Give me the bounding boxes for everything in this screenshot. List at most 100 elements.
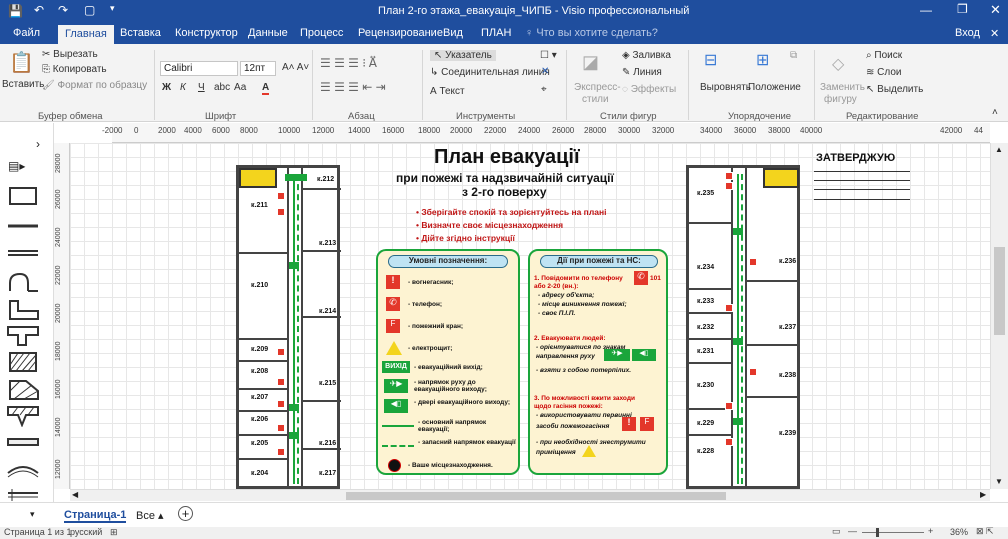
tab-file[interactable]: Файл — [13, 27, 40, 39]
tab-data[interactable]: Данные — [248, 27, 288, 39]
tab-review[interactable]: Рецензирование — [358, 27, 443, 39]
page-nav-icon[interactable]: ▾ — [30, 509, 35, 520]
zoom-out-icon[interactable]: — — [848, 526, 857, 536]
bold-button[interactable]: Ж — [162, 82, 171, 93]
vertical-scrollbar[interactable]: ▲ ▼ — [990, 143, 1008, 489]
ruler-tick: 34000 — [700, 126, 723, 135]
minimize-icon[interactable]: — — [920, 3, 932, 17]
position-icon[interactable]: ⊞ — [756, 50, 769, 70]
scroll-up-icon[interactable]: ▲ — [995, 145, 1003, 154]
font-color-button[interactable]: А — [262, 82, 270, 95]
sign-in-link[interactable]: Вход — [955, 27, 980, 39]
layers-button[interactable]: ≋ Слои — [866, 67, 902, 78]
scroll-down-icon[interactable]: ▼ — [995, 477, 1003, 486]
fill-button[interactable]: ◈ Заливка — [622, 50, 671, 61]
paste-button[interactable]: Вставить — [2, 79, 44, 90]
add-page-button[interactable]: + — [178, 506, 193, 521]
tab-insert[interactable]: Вставка — [120, 27, 161, 39]
page-tab-1[interactable]: Страница-1 — [64, 509, 127, 523]
express-styles-button[interactable]: Экспресс- — [574, 82, 621, 93]
all-pages-button[interactable]: Все ▴ — [136, 509, 164, 522]
ruler-tick: 38000 — [768, 126, 791, 135]
double-wall-shape[interactable] — [6, 241, 40, 263]
scroll-left-icon[interactable]: ◀ — [72, 490, 78, 499]
wall-shape[interactable] — [6, 215, 40, 237]
font-name-dropdown[interactable]: Calibri — [160, 61, 238, 76]
zoom-slider[interactable] — [862, 532, 924, 533]
crosshair-icon[interactable]: ⌖ — [541, 84, 547, 95]
horizontal-scrollbar[interactable]: ◀ ▶ — [70, 489, 990, 501]
tab-plan[interactable]: ПЛАН — [481, 27, 511, 39]
thick-wall-shape[interactable] — [6, 431, 40, 453]
group-icon[interactable]: ⧉ — [790, 50, 797, 61]
align-button[interactable]: Выровнять — [700, 82, 751, 93]
align-shapes-icon[interactable]: ⊟ — [704, 50, 717, 70]
stencil-menu-icon[interactable]: ▤▸ — [8, 159, 25, 173]
horizontal-scroll-thumb[interactable] — [346, 492, 726, 500]
pointer-tool[interactable]: ↖ Указатель — [430, 50, 496, 61]
hatch-shape[interactable] — [6, 351, 40, 373]
ribbon-close-icon[interactable]: ✕ — [990, 27, 999, 40]
undo-icon[interactable]: ↶ — [34, 3, 44, 17]
curve-wall-shape[interactable] — [6, 271, 40, 293]
qat-customize-icon[interactable]: ▾ — [110, 3, 115, 14]
collapse-ribbon-icon[interactable]: ˄ — [992, 107, 998, 118]
hatch-t-shape[interactable] — [6, 405, 40, 427]
save-icon[interactable]: 💾 — [8, 4, 23, 18]
room-237 — [747, 284, 799, 346]
shape-rect-icon[interactable]: ☐ ▾ — [540, 50, 557, 61]
align-icons-2[interactable]: ☰ ☰ ☰ ⇤ ⇥ — [320, 80, 386, 94]
express-styles-icon[interactable]: ◪ — [582, 52, 599, 73]
macro-icon[interactable]: ⊞ — [110, 527, 118, 538]
zoom-in-icon[interactable]: + — [928, 526, 933, 536]
close-x-icon[interactable]: ✕ — [541, 66, 549, 77]
new-doc-icon[interactable]: ▢ — [84, 3, 95, 17]
replace-shape-button[interactable]: Заменить — [820, 82, 865, 93]
format-painter-button[interactable]: 🖌 Формат по образцу — [42, 80, 147, 91]
direction-sign-icon — [733, 338, 743, 345]
paste-icon[interactable]: 📋 — [9, 50, 34, 75]
font-size-dropdown[interactable]: 12пт — [240, 61, 276, 76]
scroll-right-icon[interactable]: ▶ — [980, 490, 986, 499]
find-button[interactable]: ⌕ Поиск — [866, 50, 902, 61]
zoom-level[interactable]: 36% — [950, 527, 968, 537]
grow-font-icon[interactable]: A˄ A˅ — [282, 62, 309, 73]
signature-line — [814, 171, 910, 172]
cut-button[interactable]: ✂ Вырезать — [42, 49, 98, 60]
corner-shape[interactable] — [6, 299, 40, 321]
redo-icon[interactable]: ↷ — [58, 3, 68, 17]
fit-window-icon[interactable]: ⊠ ⇱ — [976, 526, 994, 537]
tab-design[interactable]: Конструктор — [175, 27, 238, 39]
text-tool[interactable]: А Текст — [430, 86, 465, 97]
hatch-corner-shape[interactable] — [6, 379, 40, 401]
rectangle-shape[interactable] — [6, 185, 40, 207]
tab-home[interactable]: Главная — [58, 25, 114, 44]
tab-view[interactable]: Вид — [443, 27, 463, 39]
action-3b: щодо гасіння пожежі: — [534, 403, 603, 410]
tell-me-search[interactable]: ♀ Что вы хотите сделать? — [525, 27, 658, 39]
t-shape[interactable] — [6, 325, 40, 347]
position-button[interactable]: Положение — [748, 82, 801, 93]
fit-page-icon[interactable]: ▭ — [832, 526, 841, 537]
replace-shape-icon[interactable]: ◇ — [832, 54, 844, 74]
underline-button[interactable]: Ч — [198, 82, 205, 93]
copy-button[interactable]: ⎘ Копировать — [42, 64, 107, 75]
ruler-tick: 20000 — [450, 126, 473, 135]
drawing-canvas[interactable]: к.212 к.211 к.213 к.210 к.214 к.209 к.20… — [70, 143, 990, 489]
select-button[interactable]: ↖ Выделить — [866, 84, 923, 95]
case-button[interactable]: Аа — [234, 82, 246, 93]
maximize-icon[interactable]: ❐ — [957, 2, 968, 16]
line-button[interactable]: ✎ Линия — [622, 67, 662, 78]
tab-process[interactable]: Процесс — [300, 27, 343, 39]
connector-tool[interactable]: ↳ Соединительная линия — [430, 67, 550, 78]
zoom-slider-thumb[interactable] — [876, 528, 879, 537]
arc-shape[interactable] — [6, 457, 40, 479]
close-icon[interactable]: ✕ — [990, 2, 1001, 18]
italic-button[interactable]: К — [180, 82, 186, 93]
strike-button[interactable]: abc — [214, 82, 230, 93]
effects-button[interactable]: ◌ Эффекты — [622, 84, 676, 95]
expand-shapes-icon[interactable]: › — [36, 137, 40, 151]
vertical-scroll-thumb[interactable] — [994, 247, 1005, 335]
direction-sign-icon — [733, 418, 743, 425]
align-icons[interactable]: ☰ ☰ ☰ ⁝ A⃡ — [320, 56, 377, 70]
